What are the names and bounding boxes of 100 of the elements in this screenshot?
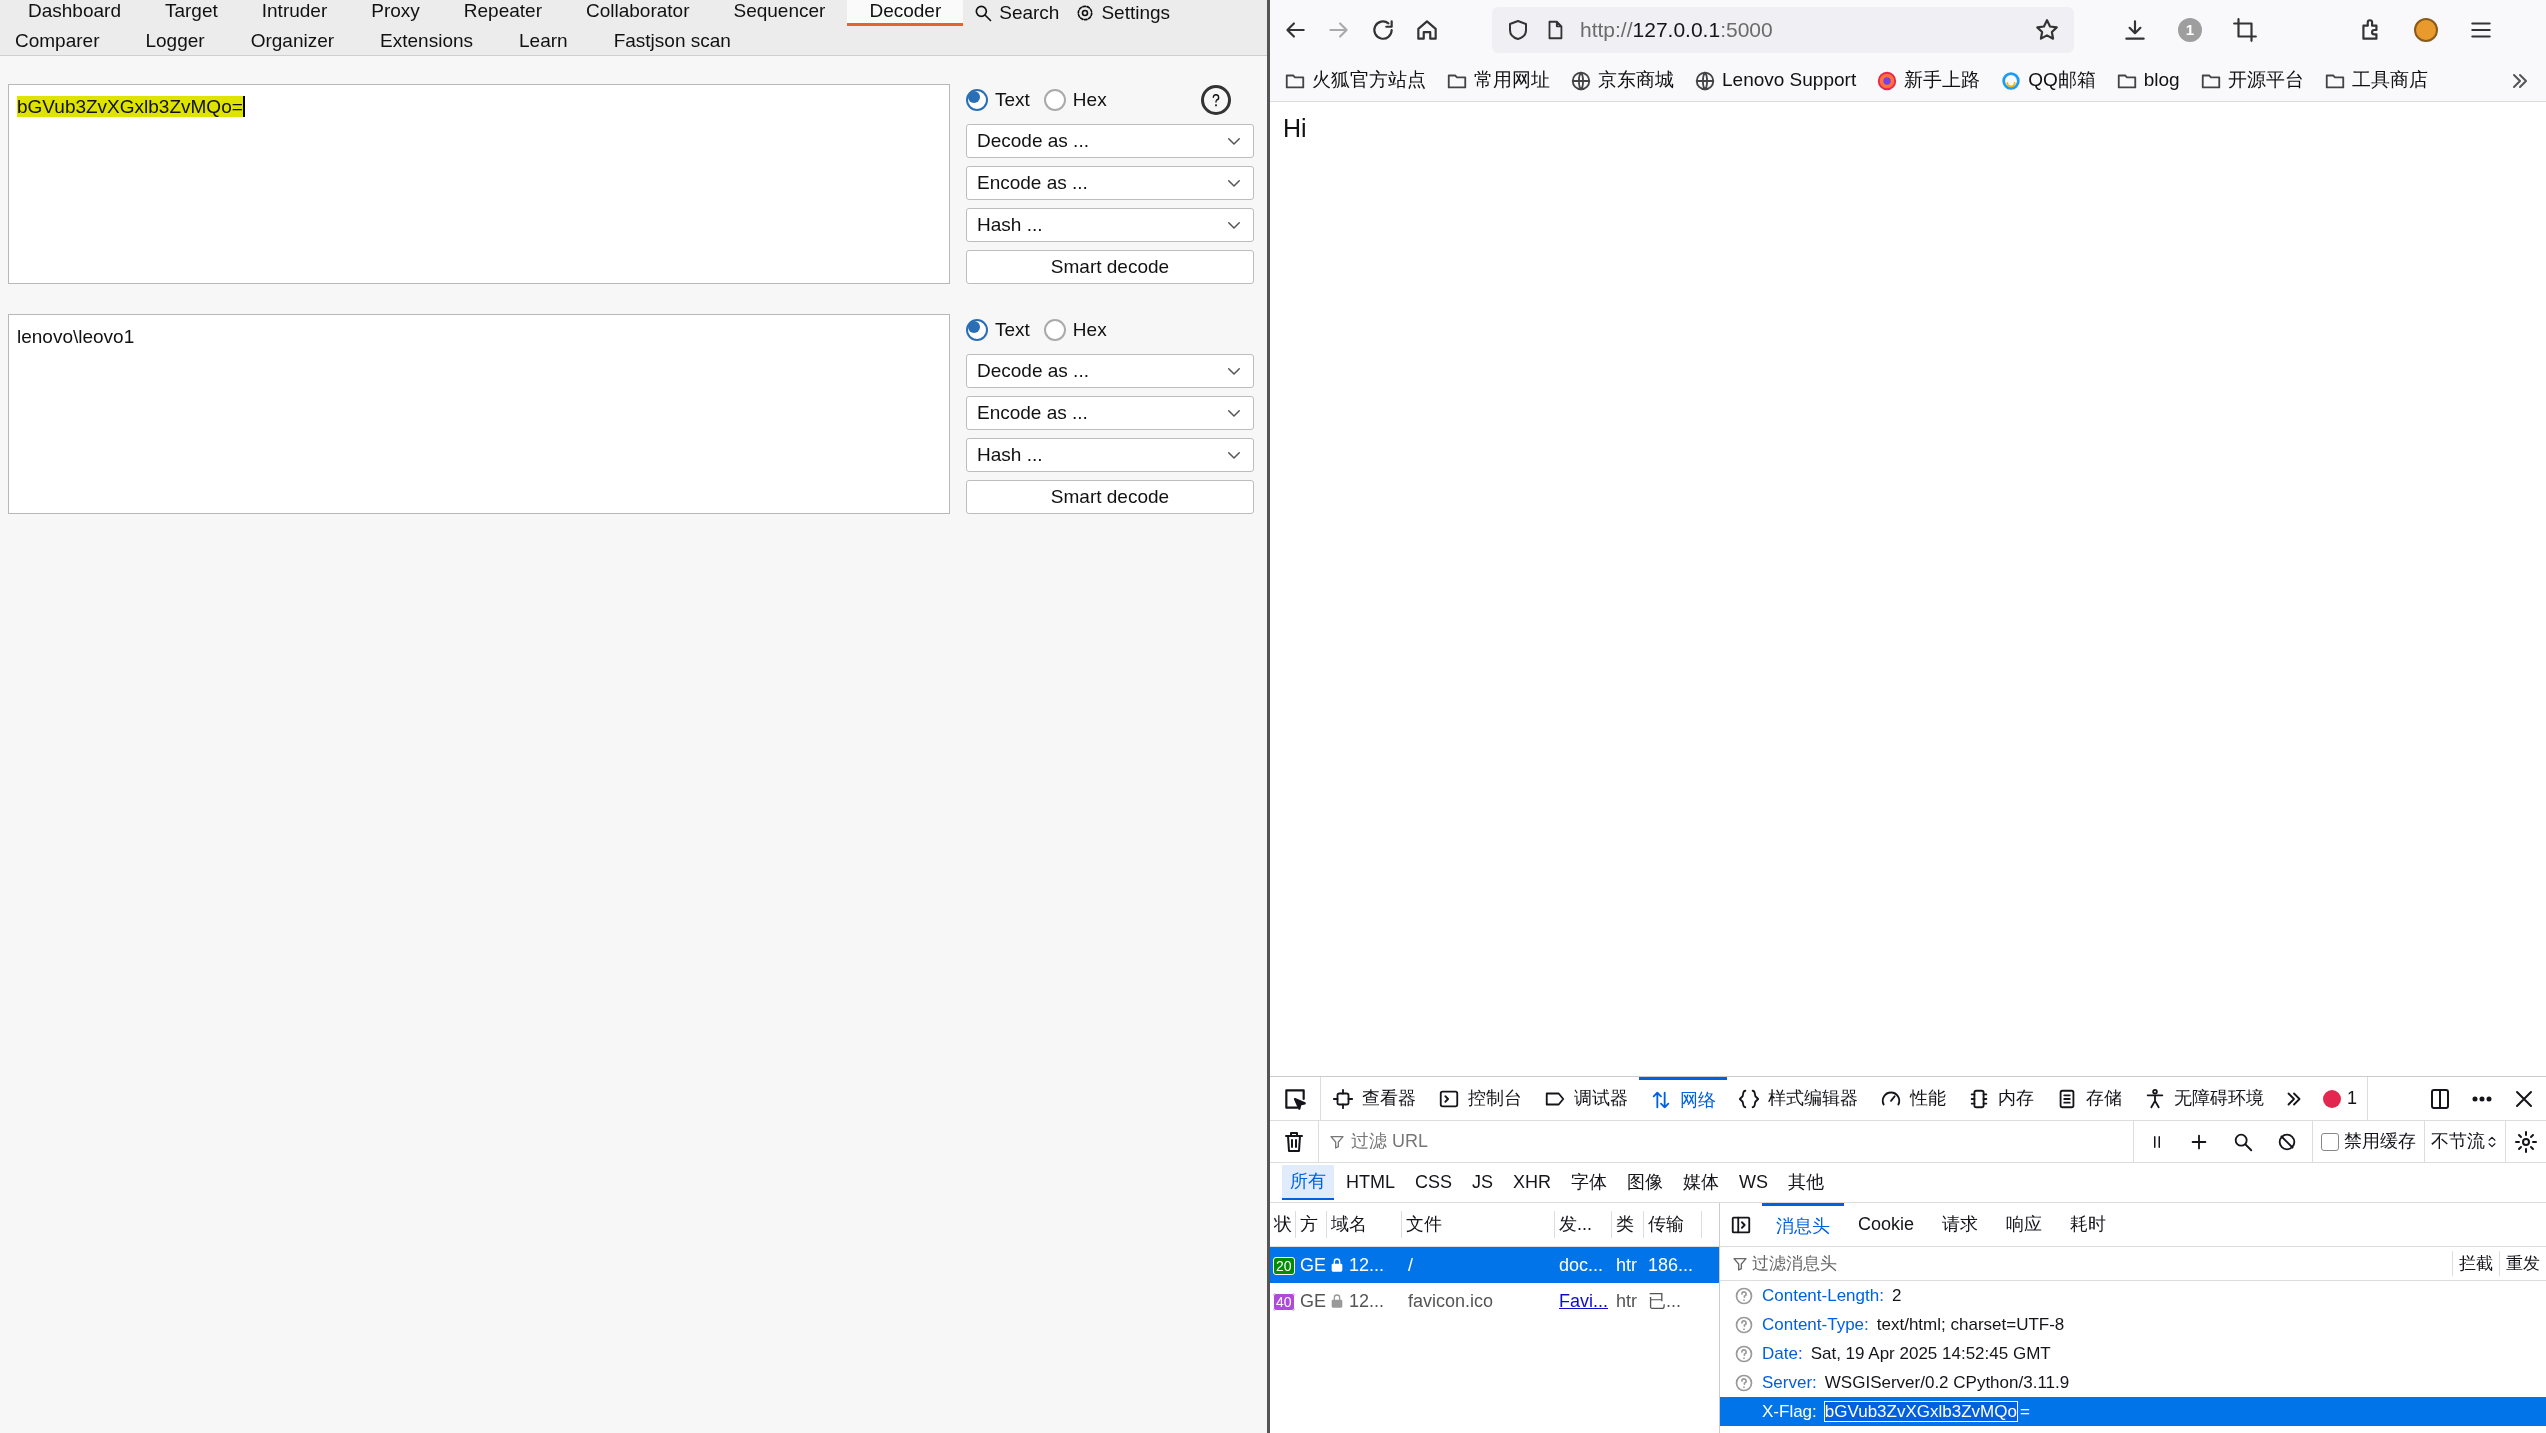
tab[interactable]: Target xyxy=(142,0,240,26)
devtools-tab[interactable]: 无障碍环境 xyxy=(2133,1077,2275,1120)
type-filter[interactable]: JS xyxy=(1464,1166,1502,1199)
dropdown[interactable]: Hash ... xyxy=(966,438,1254,472)
error-count[interactable]: 1 xyxy=(2313,1077,2368,1120)
action-button[interactable]: 拦截 xyxy=(2452,1250,2499,1277)
column-header[interactable]: 发... xyxy=(1555,1211,1612,1238)
throttle-dropdown[interactable]: 不节流 xyxy=(2424,1121,2505,1162)
detail-tab[interactable]: 请求 xyxy=(1928,1203,1993,1246)
bookmark[interactable]: QQ邮箱 xyxy=(2000,66,2096,95)
radio-button[interactable] xyxy=(966,319,988,341)
address-bar[interactable]: http://127.0.0.1:5000 xyxy=(1492,7,2074,53)
dropdown[interactable]: Decode as ... xyxy=(966,354,1254,388)
type-filter[interactable]: 其他 xyxy=(1780,1166,1833,1199)
header-filter-field[interactable]: 过滤消息头 xyxy=(1752,1250,2440,1277)
tab[interactable]: Intruder xyxy=(239,0,350,26)
file-cell-text: / xyxy=(1407,1253,1414,1277)
radio-button[interactable] xyxy=(966,89,988,111)
action-button[interactable]: 重发 xyxy=(2499,1250,2546,1277)
tab[interactable]: Decoder xyxy=(847,0,964,26)
bookmark[interactable]: 开源平台 xyxy=(2199,66,2304,95)
search-tab[interactable]: Search xyxy=(963,0,1070,26)
type-filter[interactable]: 媒体 xyxy=(1675,1166,1728,1199)
page-text: Hi xyxy=(1283,114,1307,142)
bookmark[interactable]: 常用网址 xyxy=(1446,66,1550,95)
smart-decode-button[interactable]: Smart decode xyxy=(966,480,1254,514)
column-header[interactable]: 传输 xyxy=(1644,1211,1702,1238)
profile-avatar[interactable] xyxy=(2414,18,2438,42)
header-row[interactable]: Content-Type: text/html; charset=UTF-8 xyxy=(1720,1310,2546,1339)
column-header[interactable]: 文件 xyxy=(1402,1211,1555,1238)
tab[interactable]: Proxy xyxy=(349,0,442,26)
type-filter[interactable]: CSS xyxy=(1407,1166,1460,1199)
detail-tab[interactable]: Cookie xyxy=(1844,1203,1929,1246)
header-row[interactable]: Content-Length: 2 xyxy=(1720,1281,2546,1310)
tab[interactable]: Fastjson scan xyxy=(598,25,746,56)
dock-icon[interactable] xyxy=(2428,1086,2452,1111)
bookmark[interactable]: 京东商城 xyxy=(1570,66,1674,95)
bookmark[interactable]: 工具商店 xyxy=(2323,66,2428,95)
bookmark[interactable]: Lenovo Support xyxy=(1694,66,1857,95)
tab[interactable]: Extensions xyxy=(365,25,489,56)
header-value: Sat, 19 Apr 2025 14:52:45 GMT xyxy=(1810,1342,2051,1365)
dropdown[interactable]: Decode as ... xyxy=(966,124,1254,158)
devtools-tab[interactable]: 内存 xyxy=(1957,1077,2045,1120)
column-header[interactable]: 类 xyxy=(1612,1211,1644,1238)
bookmark[interactable]: 新手上路 xyxy=(1876,66,1981,95)
checkbox[interactable] xyxy=(2321,1132,2339,1151)
radio-button[interactable] xyxy=(1043,89,1066,111)
filter-url-field[interactable]: 过滤 URL xyxy=(1351,1128,2123,1155)
devtools-tab[interactable]: 网络 xyxy=(1639,1077,1727,1120)
type-filter[interactable]: 图像 xyxy=(1619,1166,1672,1199)
smart-decode-button[interactable]: Smart decode xyxy=(966,250,1254,284)
header-row[interactable]: Date: Sat, 19 Apr 2025 14:52:45 GMT xyxy=(1720,1339,2546,1368)
tab[interactable]: Logger xyxy=(130,25,220,56)
globe-icon xyxy=(1570,69,1592,92)
text-editor[interactable]: bGVub3ZvXGxlb3ZvMQo= xyxy=(8,84,950,284)
column-header[interactable]: 方 xyxy=(1296,1211,1327,1238)
tab[interactable]: Organizer xyxy=(235,25,350,56)
dropdown[interactable]: Hash ... xyxy=(966,208,1254,242)
tab[interactable]: Dashboard xyxy=(6,0,143,26)
radio-button[interactable] xyxy=(1043,319,1066,341)
devtools-tab[interactable]: 样式编辑器 xyxy=(1727,1077,1869,1120)
column-header[interactable]: 状 xyxy=(1270,1211,1296,1238)
devtools-tab[interactable]: 调试器 xyxy=(1533,1077,1639,1120)
help-icon[interactable] xyxy=(1200,85,1231,115)
column-header[interactable]: 域名 xyxy=(1327,1211,1402,1238)
crop-icon[interactable] xyxy=(2232,17,2258,43)
tab[interactable]: Collaborator xyxy=(564,0,712,26)
star-icon[interactable] xyxy=(2034,17,2060,43)
type-filter[interactable]: 所有 xyxy=(1282,1165,1334,1200)
tab[interactable]: Comparer xyxy=(0,25,115,56)
home-icon[interactable] xyxy=(1414,17,1440,43)
dropdown[interactable]: Encode as ... xyxy=(966,396,1254,430)
settings-icon[interactable] xyxy=(2514,1129,2538,1154)
devtools-tab[interactable]: 查看器 xyxy=(1321,1077,1427,1120)
reload-icon[interactable] xyxy=(1370,17,1396,43)
dropdown[interactable]: Encode as ... xyxy=(966,166,1254,200)
header-row[interactable]: Server: WSGIServer/0.2 CPython/3.11.9 xyxy=(1720,1368,2546,1397)
tab[interactable]: Sequencer xyxy=(711,0,848,26)
detail-tab[interactable]: 响应 xyxy=(1992,1203,2057,1246)
trash-icon[interactable] xyxy=(1282,1129,1306,1154)
type-filter[interactable]: WS xyxy=(1731,1166,1777,1199)
detail-tab[interactable]: 耗时 xyxy=(2056,1203,2121,1246)
tab[interactable]: Learn xyxy=(504,25,583,56)
type-filter[interactable]: 字体 xyxy=(1563,1166,1616,1199)
devtools-tab[interactable]: 存储 xyxy=(2045,1077,2133,1120)
devtools-tab[interactable]: 控制台 xyxy=(1427,1077,1533,1120)
type-filter[interactable]: XHR xyxy=(1505,1166,1560,1199)
devtools-tab[interactable]: 性能 xyxy=(1869,1077,1957,1120)
bookmark[interactable]: 火狐官方站点 xyxy=(1284,66,1426,95)
tab[interactable]: Repeater xyxy=(441,0,564,26)
initiator-link[interactable]: Favi... xyxy=(1559,1290,1608,1311)
request-row[interactable]: 40 GE 12... favicon.ico Favi... htr 已... xyxy=(1270,1283,1719,1319)
detail-tab[interactable]: 消息头 xyxy=(1762,1203,1844,1246)
download-icon[interactable] xyxy=(2122,17,2148,43)
settings-tab[interactable]: Settings xyxy=(1069,0,1177,26)
bookmark[interactable]: blog xyxy=(2115,66,2180,95)
request-row[interactable]: 20 GE 12... / doc... htr 186... xyxy=(1270,1247,1719,1283)
header-row[interactable]: X-Flag: bGVub3ZvXGxlb3ZvMQo = xyxy=(1720,1397,2546,1426)
type-filter[interactable]: HTML xyxy=(1338,1166,1403,1199)
text-editor[interactable]: lenovo\leovo1 xyxy=(8,314,950,514)
